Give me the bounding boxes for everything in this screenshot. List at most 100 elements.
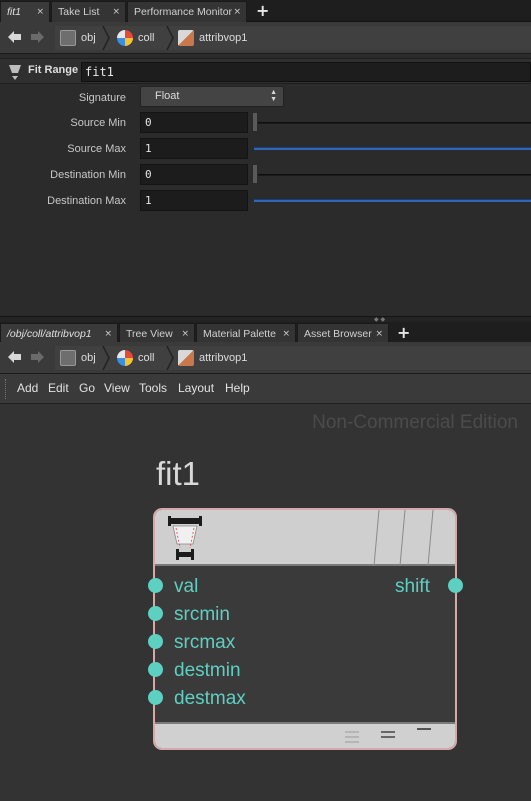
source-max-label: Source Max bbox=[67, 143, 126, 155]
menu-layout[interactable]: Layout bbox=[178, 381, 214, 395]
menu-grip-icon[interactable] bbox=[5, 379, 8, 399]
breadcrumb-label: coll bbox=[138, 352, 155, 364]
node-title: fit1 bbox=[156, 455, 201, 492]
destination-max-label: Destination Max bbox=[47, 195, 126, 207]
input-port-srcmax[interactable] bbox=[148, 634, 163, 649]
node-flag-stripes[interactable] bbox=[371, 510, 455, 566]
close-icon[interactable]: × bbox=[104, 324, 112, 344]
close-icon[interactable]: × bbox=[181, 324, 189, 344]
tab-asset-browser[interactable]: Asset Browser × bbox=[297, 323, 389, 344]
fit-range-icon bbox=[168, 516, 202, 560]
source-min-label: Source Min bbox=[70, 117, 126, 129]
tab-material-palette[interactable]: Material Palette × bbox=[196, 323, 296, 344]
tab-tree-view[interactable]: Tree View × bbox=[119, 323, 195, 344]
menu-edit[interactable]: Edit bbox=[48, 381, 69, 395]
breadcrumb-label: coll bbox=[138, 32, 155, 44]
input-port-val[interactable] bbox=[148, 578, 163, 593]
breadcrumb-coll[interactable]: coll bbox=[117, 26, 155, 50]
tab-label: fit1 bbox=[7, 6, 22, 18]
add-tab-icon[interactable]: + bbox=[256, 1, 269, 21]
breadcrumb-separator bbox=[102, 26, 110, 50]
network-tab-bar: /obj/coll/attribvop1 × Tree View × Mater… bbox=[0, 322, 531, 344]
geometry-object-icon bbox=[117, 350, 133, 367]
destination-min-field[interactable]: 0 bbox=[140, 164, 248, 185]
geometry-object-icon bbox=[117, 30, 133, 47]
destination-max-slider[interactable] bbox=[254, 199, 531, 202]
tab-label: Material Palette bbox=[203, 328, 276, 340]
add-tab-icon[interactable]: + bbox=[397, 323, 410, 343]
input-label-destmin: destmin bbox=[174, 660, 241, 681]
input-label-srcmax: srcmax bbox=[174, 632, 236, 653]
output-label-shift: shift bbox=[395, 576, 430, 597]
input-port-srcmin[interactable] bbox=[148, 606, 163, 621]
output-port-shift[interactable] bbox=[448, 578, 463, 593]
breadcrumb-separator bbox=[102, 346, 110, 370]
destination-max-field[interactable]: 1 bbox=[140, 190, 248, 211]
network-path-bar: obj coll attribvop1 bbox=[0, 342, 531, 374]
destination-min-label: Destination Min bbox=[50, 169, 126, 181]
node-footer-lines-icon bbox=[345, 728, 431, 743]
tab-label: Take List bbox=[58, 6, 100, 18]
breadcrumb-attribvop1[interactable]: attribvop1 bbox=[178, 26, 247, 50]
breadcrumb-label: attribvop1 bbox=[199, 352, 248, 364]
breadcrumb-obj[interactable]: obj bbox=[60, 26, 96, 50]
destination-min-slider[interactable] bbox=[254, 174, 531, 176]
attribvop-icon bbox=[178, 350, 194, 367]
arrow-right-icon[interactable] bbox=[30, 350, 45, 367]
parameter-header: Fit Range fit1 bbox=[0, 58, 531, 84]
tab-fit1[interactable]: fit1 × bbox=[0, 1, 50, 22]
breadcrumb-label: obj bbox=[81, 32, 96, 44]
breadcrumb-obj[interactable]: obj bbox=[60, 346, 96, 370]
network-menu-bar: Add Edit Go View Tools Layout Help bbox=[0, 374, 531, 404]
arrow-left-icon[interactable] bbox=[7, 30, 22, 47]
menu-view[interactable]: View bbox=[104, 381, 130, 395]
watermark: Non-Commercial Edition bbox=[312, 412, 518, 433]
menu-help[interactable]: Help bbox=[225, 381, 250, 395]
menu-add[interactable]: Add bbox=[17, 381, 38, 395]
tab-label: /obj/coll/attribvop1 bbox=[7, 328, 92, 340]
signature-label: Signature bbox=[78, 92, 126, 104]
fit-range-icon[interactable] bbox=[8, 64, 22, 80]
tab-label: Tree View bbox=[126, 328, 173, 340]
source-max-slider[interactable] bbox=[254, 147, 531, 150]
menu-tools[interactable]: Tools bbox=[139, 381, 167, 395]
node-header[interactable] bbox=[155, 510, 455, 566]
input-port-destmin[interactable] bbox=[148, 662, 163, 677]
menu-go[interactable]: Go bbox=[79, 381, 95, 395]
node-footer[interactable] bbox=[155, 722, 455, 748]
source-min-slider-handle[interactable] bbox=[252, 112, 258, 132]
breadcrumb-separator bbox=[166, 346, 174, 370]
node-type-label: Fit Range bbox=[28, 64, 79, 76]
breadcrumb: obj coll attribvop1 bbox=[55, 346, 531, 370]
obj-context-icon bbox=[60, 30, 76, 47]
network-editor[interactable]: Non-Commercial Edition fit1 val srcmin s… bbox=[0, 404, 531, 801]
updown-arrows-icon: ▲ ▼ bbox=[270, 89, 277, 103]
node-name-field[interactable]: fit1 bbox=[81, 62, 531, 82]
close-icon[interactable]: × bbox=[36, 2, 44, 22]
close-icon[interactable]: × bbox=[375, 324, 383, 344]
fit-range-node[interactable]: val srcmin srcmax destmin destmax shift bbox=[153, 508, 457, 750]
input-label-destmax: destmax bbox=[174, 688, 246, 709]
close-icon[interactable]: × bbox=[233, 2, 241, 22]
source-min-field[interactable]: 0 bbox=[140, 112, 248, 133]
close-icon[interactable]: × bbox=[282, 324, 290, 344]
signature-select[interactable]: Float ▲ ▼ bbox=[140, 86, 284, 107]
arrow-left-icon[interactable] bbox=[7, 350, 22, 367]
breadcrumb-coll[interactable]: coll bbox=[117, 346, 155, 370]
obj-context-icon bbox=[60, 350, 76, 367]
path-bar: obj coll attribvop1 bbox=[0, 22, 531, 54]
tab-take-list[interactable]: Take List × bbox=[51, 1, 126, 22]
close-icon[interactable]: × bbox=[112, 2, 120, 22]
tab-performance-monitor[interactable]: Performance Monitor × bbox=[127, 1, 247, 22]
tab-label: Performance Monitor bbox=[134, 6, 233, 18]
input-port-destmax[interactable] bbox=[148, 690, 163, 705]
tab-network-path[interactable]: /obj/coll/attribvop1 × bbox=[0, 323, 118, 344]
breadcrumb-attribvop1[interactable]: attribvop1 bbox=[178, 346, 247, 370]
arrow-right-icon[interactable] bbox=[30, 30, 45, 47]
attribvop-icon bbox=[178, 30, 194, 47]
source-max-field[interactable]: 1 bbox=[140, 138, 248, 159]
input-label-srcmin: srcmin bbox=[174, 604, 230, 625]
destination-min-slider-handle[interactable] bbox=[252, 164, 258, 184]
tab-label: Asset Browser bbox=[304, 328, 372, 340]
source-min-slider[interactable] bbox=[254, 122, 531, 124]
